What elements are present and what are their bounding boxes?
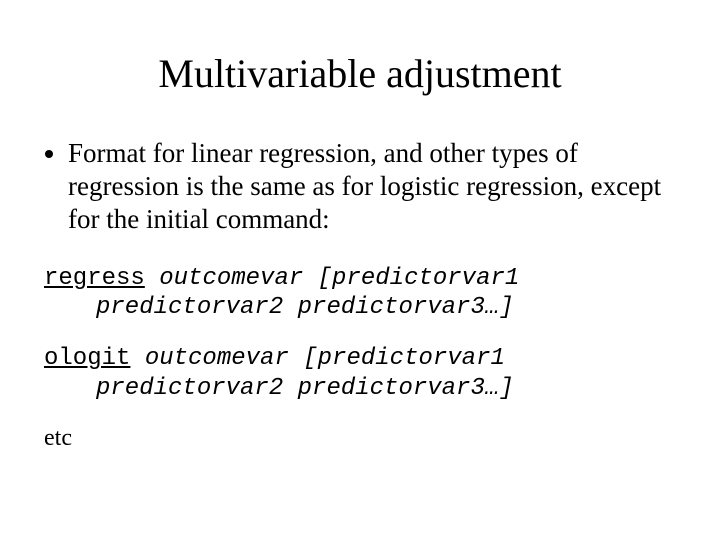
command-args-line1: outcomevar [predictorvar1	[145, 265, 519, 292]
command-args-line2: predictorvar2 predictorvar3…]	[44, 293, 680, 322]
bullet-list: Format for linear regression, and other …	[40, 137, 680, 236]
command-args-line1: outcomevar [predictorvar1	[130, 345, 504, 372]
bullet-item: Format for linear regression, and other …	[68, 137, 680, 236]
code-example-ologit: ologit outcomevar [predictorvar1 predict…	[40, 344, 680, 403]
slide-title: Multivariable adjustment	[40, 50, 680, 97]
command-args-line2: predictorvar2 predictorvar3…]	[44, 374, 680, 403]
etc-text: etc	[40, 425, 680, 452]
command-name: regress	[44, 265, 145, 292]
command-name: ologit	[44, 345, 130, 372]
code-example-regress: regress outcomevar [predictorvar1 predic…	[40, 264, 680, 323]
slide: Multivariable adjustment Format for line…	[0, 0, 720, 540]
